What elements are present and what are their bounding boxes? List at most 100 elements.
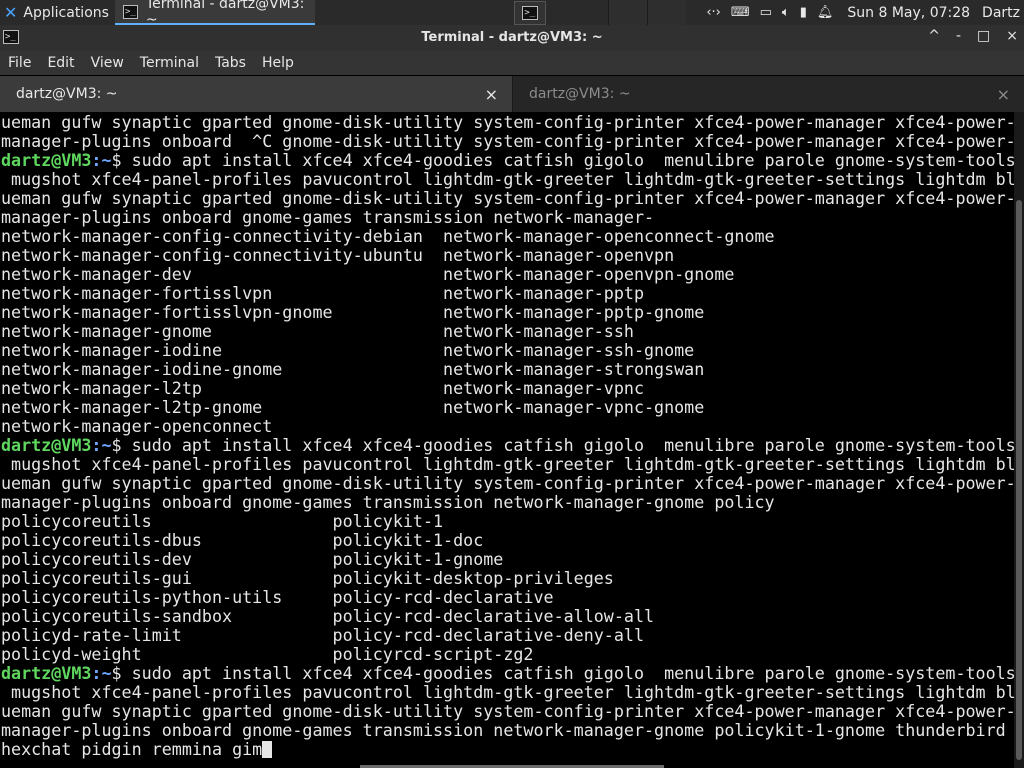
terminal-line: policyd-rate-limit policy-rcd-declarativ… (1, 626, 1014, 645)
terminal-line: policycoreutils-gui policykit-desktop-pr… (1, 569, 1014, 588)
tab-1[interactable]: dartz@VM3: ~ × (0, 76, 512, 112)
terminal-line: policycoreutils-sandbox policy-rcd-decla… (1, 607, 1014, 626)
terminal-lines: ueman gufw synaptic gparted gnome-disk-u… (0, 112, 1014, 759)
terminal-line-text: manager-plugins onboard gnome-games tran… (1, 207, 655, 227)
menu-bar: File Edit View Terminal Tabs Help (0, 51, 1024, 75)
terminal-line-text: manager-plugins onboard gnome-games tran… (1, 492, 775, 512)
terminal-line: network-manager-l2tp network-manager-vpn… (1, 379, 1014, 398)
terminal-line: network-manager-iodine network-manager-s… (1, 341, 1014, 360)
prompt-path: :~ (91, 663, 112, 683)
terminal-icon: >_ (522, 5, 539, 20)
tab-label: dartz@VM3: ~ (529, 86, 631, 102)
tab-label: dartz@VM3: ~ (16, 86, 118, 102)
network-icon[interactable]: ‹·› (706, 5, 721, 20)
terminal-line-text: network-manager-config-connectivity-debi… (1, 226, 775, 246)
menu-edit[interactable]: Edit (39, 55, 82, 71)
prompt-user: dartz@VM3 (1, 663, 92, 683)
terminal-line: ueman gufw synaptic gparted gnome-disk-u… (1, 474, 1014, 493)
text-cursor (262, 741, 273, 758)
menu-tabs[interactable]: Tabs (207, 55, 254, 71)
keyboard-icon[interactable]: ⌨ (731, 5, 750, 20)
terminal-line: manager-plugins onboard ^C gnome-disk-ut… (1, 132, 1014, 151)
terminal-line-text: policycoreutils-python-utils policy-rcd-… (1, 587, 554, 607)
bell-icon[interactable]: 🔔︎ (817, 5, 834, 20)
tab-close-icon[interactable]: × (485, 85, 498, 104)
scrollbar-thumb[interactable] (1016, 200, 1022, 760)
window-controls: ^ - □ × (928, 28, 1018, 44)
terminal-line: mugshot xfce4-panel-profiles pavucontrol… (1, 455, 1014, 474)
terminal-line: mugshot xfce4-panel-profiles pavucontrol… (1, 170, 1014, 189)
terminal-line-text: manager-plugins onboard ^C gnome-disk-ut… (1, 131, 1014, 151)
prompt-symbol: $ (111, 150, 132, 170)
terminal-line-text: network-manager-iodine network-manager-s… (1, 340, 695, 360)
terminal-line-text: sudo apt install xfce4 xfce4-goodies cat… (131, 435, 1014, 455)
menu-view[interactable]: View (83, 55, 132, 71)
terminal-line: dartz@VM3:~$ sudo apt install xfce4 xfce… (1, 436, 1014, 455)
terminal-line-text: network-manager-l2tp network-manager-vpn… (1, 378, 644, 398)
user-menu[interactable]: Dartz (982, 5, 1020, 21)
terminal-line-text: network-manager-l2tp-gnome network-manag… (1, 397, 705, 417)
prompt-symbol: $ (111, 663, 132, 683)
terminal-line-text: ueman gufw synaptic gparted gnome-disk-u… (1, 473, 1014, 493)
prompt-path: :~ (91, 435, 112, 455)
terminal-line-text: policycoreutils-dev policykit-1-gnome (1, 549, 504, 569)
menu-file[interactable]: File (0, 55, 39, 71)
terminal-line: policyd-weight policyrcd-script-zg2 (1, 645, 1014, 664)
terminal-line: dartz@VM3:~$ sudo apt install xfce4 xfce… (1, 664, 1014, 683)
terminal-line-text: network-manager-fortisslvpn-gnome networ… (1, 302, 705, 322)
vertical-scrollbar[interactable] (1014, 112, 1024, 768)
terminal-line: policycoreutils-dbus policykit-1-doc (1, 531, 1014, 550)
show-desktop-button[interactable]: >_ (514, 0, 547, 25)
volume-icon[interactable]: 🔈︎ (782, 5, 790, 20)
terminal-line: network-manager-config-connectivity-debi… (1, 227, 1014, 246)
terminal-line: manager-plugins onboard gnome-games tran… (1, 208, 1014, 227)
terminal-line-text: policycoreutils-sandbox policy-rcd-decla… (1, 606, 655, 626)
close-button[interactable]: × (1006, 28, 1018, 44)
terminal-line-text: mugshot xfce4-panel-profiles pavucontrol… (1, 682, 1014, 702)
tab-close-icon[interactable]: × (997, 85, 1010, 104)
taskbar-item-terminal[interactable]: >_ Terminal - dartz@VM3: ~ (114, 0, 315, 28)
terminal-line-text: policyd-rate-limit policy-rcd-declarativ… (1, 625, 644, 645)
terminal-line-text: network-manager-dev network-manager-open… (1, 264, 735, 284)
applications-label: Applications (23, 4, 109, 21)
terminal-line-text: sudo apt install xfce4 xfce4-goodies cat… (131, 663, 1014, 683)
terminal-line: network-manager-l2tp-gnome network-manag… (1, 398, 1014, 417)
terminal-line-text: policyd-weight policyrcd-script-zg2 (1, 644, 534, 664)
terminal-line: dartz@VM3:~$ sudo apt install xfce4 xfce… (1, 151, 1014, 170)
window-titlebar[interactable]: >_ Terminal - dartz@VM3: ~ ^ - □ × (0, 25, 1024, 51)
terminal-line: network-manager-fortisslvpn-gnome networ… (1, 303, 1014, 322)
xfce-logo-icon: ✕ (4, 3, 18, 22)
terminal-line-text: network-manager-fortisslvpn network-mana… (1, 283, 644, 303)
tab-2[interactable]: dartz@VM3: ~ × (512, 76, 1024, 112)
terminal-line: network-manager-iodine-gnome network-man… (1, 360, 1014, 379)
terminal-line-text: ueman gufw synaptic gparted gnome-disk-u… (1, 188, 1014, 208)
minimize-button[interactable]: - (956, 28, 961, 44)
menu-help[interactable]: Help (254, 55, 302, 71)
applications-menu[interactable]: ✕ Applications (0, 0, 115, 25)
terminal-line-text: sudo apt install xfce4 xfce4-goodies cat… (131, 150, 1014, 170)
terminal-icon: >_ (122, 4, 138, 19)
shade-button[interactable]: ^ (928, 28, 940, 44)
terminal-line: manager-plugins onboard gnome-games tran… (1, 721, 1014, 740)
terminal-line: policycoreutils policykit-1 (1, 512, 1014, 531)
battery-icon[interactable]: ▮ (800, 5, 807, 20)
terminal-output[interactable]: ueman gufw synaptic gparted gnome-disk-u… (0, 112, 1014, 768)
terminal-line-text: network-manager-iodine-gnome network-man… (1, 359, 705, 379)
terminal-line-text: hexchat pidgin remmina gim (1, 739, 263, 759)
menu-terminal[interactable]: Terminal (132, 55, 207, 71)
display-icon[interactable]: ▭ (760, 5, 772, 20)
prompt-user: dartz@VM3 (1, 150, 92, 170)
terminal-line: network-manager-openconnect (1, 417, 1014, 436)
maximize-button[interactable]: □ (977, 28, 990, 44)
terminal-line: ueman gufw synaptic gparted gnome-disk-u… (1, 189, 1014, 208)
prompt-path: :~ (91, 150, 112, 170)
terminal-line-text: network-manager-config-connectivity-ubun… (1, 245, 675, 265)
terminal-line: policycoreutils-dev policykit-1-gnome (1, 550, 1014, 569)
terminal-line-text: network-manager-gnome network-manager-ss… (1, 321, 634, 341)
clock[interactable]: Sun 8 May, 07:28 (847, 5, 970, 21)
workspace-2[interactable] (647, 0, 687, 25)
terminal-line: network-manager-config-connectivity-ubun… (1, 246, 1014, 265)
taskbar-item-label: Terminal - dartz@VM3: ~ (145, 0, 305, 28)
workspace-1[interactable] (608, 0, 648, 25)
terminal-line-text: ueman gufw synaptic gparted gnome-disk-u… (1, 701, 1014, 721)
